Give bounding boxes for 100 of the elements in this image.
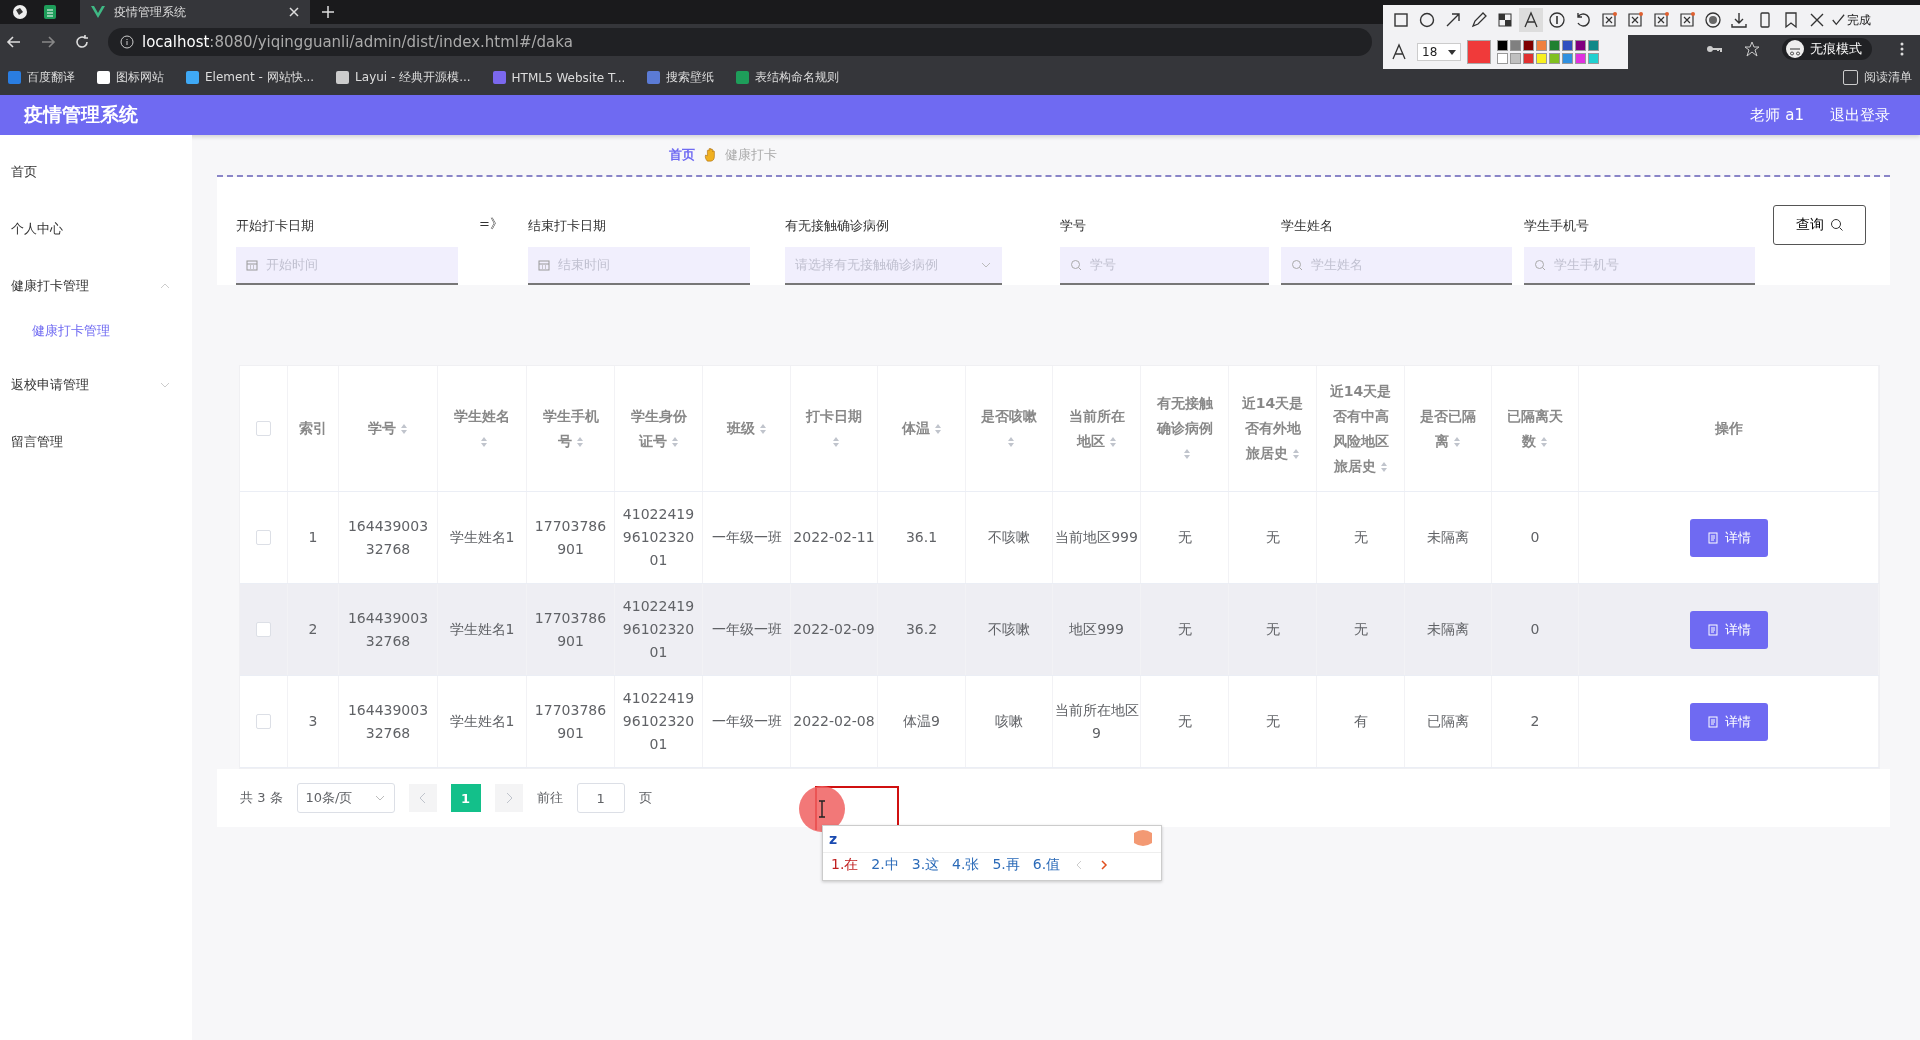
column-header[interactable]: 是否咳嗽	[976, 403, 1042, 454]
info-icon[interactable]	[120, 35, 134, 49]
ime-candidate[interactable]: 5.再	[992, 856, 1020, 874]
reload-icon[interactable]	[74, 34, 90, 50]
color-swatch[interactable]	[1575, 40, 1586, 51]
forward-icon[interactable]	[40, 34, 56, 50]
color-swatch[interactable]	[1523, 53, 1534, 64]
ime-candidate[interactable]: 6.值	[1032, 856, 1061, 874]
sidebar-item[interactable]: 返校申请管理	[0, 356, 192, 413]
browser-tab[interactable]: 疫情管理系统	[80, 0, 310, 24]
select-all-checkbox[interactable]	[256, 421, 271, 436]
color-swatch[interactable]	[1562, 40, 1573, 51]
column-header[interactable]: 学生手机号	[537, 403, 604, 454]
sort-icon[interactable]	[575, 435, 584, 448]
color-swatch[interactable]	[1523, 40, 1534, 51]
query-button[interactable]: 查询	[1773, 205, 1866, 245]
sort-icon[interactable]	[670, 435, 679, 448]
sort-icon[interactable]	[758, 423, 767, 435]
logout-link[interactable]: 退出登录	[1830, 105, 1890, 125]
color-swatch[interactable]	[1497, 40, 1508, 51]
sort-icon[interactable]	[480, 435, 488, 448]
browser-icon[interactable]	[12, 4, 28, 20]
page-size-select[interactable]: 10条/页	[296, 783, 395, 813]
sidebar-item[interactable]: 个人中心	[0, 200, 192, 257]
row-checkbox[interactable]	[256, 530, 271, 545]
sidebar-item[interactable]: 首页	[0, 143, 192, 200]
column-header[interactable]: 是否已隔离	[1415, 403, 1481, 454]
color-swatch[interactable]	[1562, 53, 1573, 64]
color-swatch[interactable]	[1588, 40, 1599, 51]
ime-candidate[interactable]: 3.这	[911, 856, 940, 874]
table-row[interactable]: 2 16443900332768 学生姓名1 17703786901 410224199610232001 一年级一班 2022-02-09 36.2 不咳嗽 地区999 无 无 无 未隔离 0 详情	[240, 584, 1879, 676]
bookmark[interactable]: 表结构命名规则	[736, 69, 840, 86]
sort-icon[interactable]	[1182, 448, 1191, 460]
bookmark[interactable]: 图标网站	[97, 69, 164, 86]
bookmark[interactable]: Layui - 经典开源模...	[336, 69, 471, 86]
font-size-select[interactable]: 18	[1417, 43, 1461, 61]
current-color-swatch[interactable]	[1467, 40, 1491, 64]
sidebar-item[interactable]: 留言管理	[0, 413, 192, 470]
column-header[interactable]: 当前所在地区	[1063, 403, 1130, 454]
row-checkbox[interactable]	[256, 622, 271, 637]
sort-icon[interactable]	[400, 423, 408, 435]
sort-icon[interactable]	[1379, 460, 1388, 473]
breadcrumb-item[interactable]: 首页	[669, 146, 695, 164]
detail-button[interactable]: 详情	[1689, 610, 1768, 649]
sort-icon[interactable]	[1540, 435, 1548, 448]
sheet-tab-icon[interactable]	[42, 4, 58, 20]
ime-candidate[interactable]: 1.在	[831, 856, 859, 874]
column-header[interactable]: 体温	[901, 416, 942, 441]
color-swatch[interactable]	[1510, 40, 1521, 51]
ime-candidate[interactable]: 4.张	[952, 856, 980, 874]
ime-logo-icon	[1131, 829, 1155, 849]
row-checkbox[interactable]	[256, 714, 271, 729]
sort-icon[interactable]	[933, 423, 942, 435]
star-icon[interactable]	[1744, 41, 1760, 57]
column-header[interactable]: 打卡日期	[801, 403, 867, 454]
bookmark[interactable]: Element - 网站快...	[186, 69, 315, 86]
incognito-badge[interactable]: 无痕模式	[1782, 38, 1872, 60]
done-button[interactable]: 完成	[1831, 11, 1871, 29]
color-swatch[interactable]	[1536, 53, 1547, 64]
color-swatch[interactable]	[1549, 40, 1560, 51]
sort-icon[interactable]	[1007, 435, 1015, 448]
incognito-icon	[1786, 40, 1804, 58]
color-swatch[interactable]	[1549, 53, 1560, 64]
page-input[interactable]: 1	[576, 783, 625, 813]
search-icon	[1534, 259, 1546, 271]
table-row[interactable]: 3 16443900332768 学生姓名1 17703786901 410224199610232001 一年级一班 2022-02-08 体温9 咳嗽 当前所在地区9 无 无 有 已隔离 2 详情	[240, 676, 1879, 768]
table-row[interactable]: 1 16443900332768 学生姓名1 17703786901 410224199610232001 一年级一班 2022-02-11 36.1 不咳嗽 当前地区999 无 无 无 未隔离 0 详情	[240, 492, 1879, 584]
ime-candidate[interactable]: 2.中	[871, 856, 899, 874]
filter-label: 学号	[1060, 217, 1086, 235]
column-header[interactable]: 近14天是否有外地旅居史	[1239, 391, 1306, 466]
column-header[interactable]: 学生姓名	[449, 403, 515, 454]
color-swatch[interactable]	[1588, 53, 1599, 64]
detail-button[interactable]: 详情	[1689, 702, 1768, 741]
color-swatch[interactable]	[1536, 40, 1547, 51]
column-header[interactable]: 已隔离天数	[1502, 403, 1568, 454]
color-swatch[interactable]	[1497, 53, 1508, 64]
table-cell-text: 咳嗽	[995, 712, 1023, 731]
close-icon[interactable]	[288, 6, 300, 18]
new-tab-icon[interactable]	[320, 4, 336, 20]
sort-icon[interactable]	[1291, 448, 1300, 460]
bookmark[interactable]: HTML5 Website T...	[492, 70, 626, 85]
address-bar[interactable]: localhost:8080/yiqingguanli/admin/dist/index.html#/daka	[108, 28, 1372, 56]
sort-icon[interactable]	[1108, 435, 1117, 448]
sort-icon[interactable]	[1453, 435, 1461, 448]
column-header[interactable]: 有无接触确诊病例	[1151, 391, 1218, 466]
color-swatch[interactable]	[1510, 53, 1521, 64]
reading-list-button[interactable]: 阅读清单	[1843, 69, 1912, 86]
text-tool-icon[interactable]	[1519, 8, 1543, 32]
back-icon[interactable]	[6, 34, 22, 50]
detail-button[interactable]: 详情	[1689, 518, 1768, 557]
column-header[interactable]: 学号	[368, 416, 408, 441]
color-swatch[interactable]	[1575, 53, 1586, 64]
column-header[interactable]: 学生身份证号	[625, 403, 692, 454]
bookmark[interactable]: 搜索壁纸	[647, 69, 715, 86]
table-cell-text: 无	[1265, 712, 1280, 731]
bookmark[interactable]: 百度翻译	[8, 69, 75, 86]
sort-icon[interactable]	[832, 435, 840, 448]
column-header[interactable]: 班级	[726, 416, 767, 441]
app-title: 疫情管理系统	[24, 102, 138, 127]
column-header[interactable]: 近14天是否有中高风险地区旅居史	[1327, 378, 1394, 479]
